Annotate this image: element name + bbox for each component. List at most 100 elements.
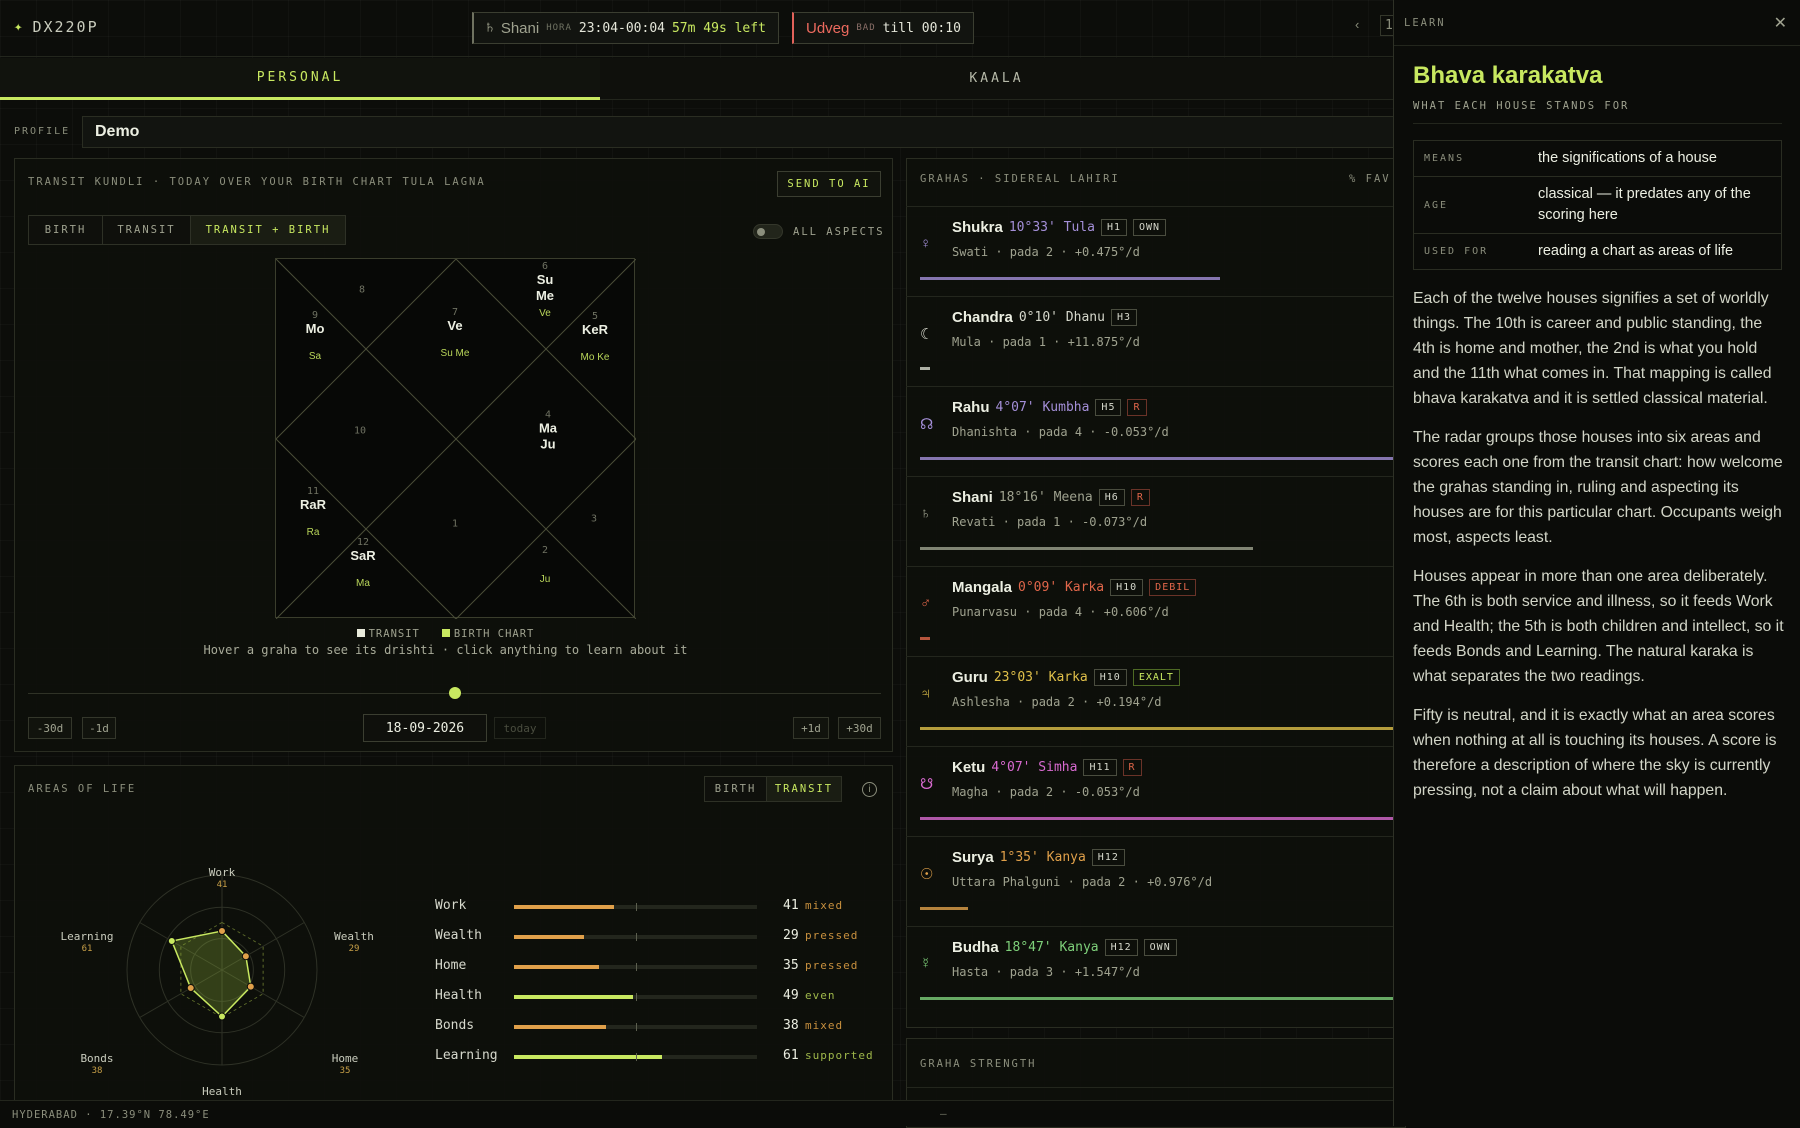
house-1[interactable]: 1 [452, 519, 458, 530]
transit-grahas[interactable]: Me [536, 288, 554, 304]
radar-label-score: 61 [81, 944, 93, 954]
hora-pill[interactable]: ♄ Shani HORA 23:04-00:04 57m 49s left [472, 12, 779, 44]
graha-strength-bar [920, 817, 1396, 820]
area-neutral-mark [635, 1053, 637, 1061]
area-neutral-mark [635, 1023, 637, 1031]
area-track [514, 993, 757, 1001]
graha-header: Guru 23°03' Karka H10 EXALT [952, 669, 1180, 686]
graha-strength-bar [920, 907, 968, 910]
house-11[interactable]: 11 RaR Ra [300, 486, 326, 538]
area-row[interactable]: Wealth 29 pressed [435, 924, 875, 954]
transit-grahas[interactable]: KeR [581, 322, 610, 338]
birth-grahas[interactable]: Ma [350, 578, 375, 589]
birth-grahas[interactable]: Sa [306, 351, 325, 362]
house-12[interactable]: 12 SaR Ma [350, 537, 375, 589]
radar-label: Bonds 38 [80, 1052, 113, 1078]
area-name: Learning [435, 1048, 498, 1063]
plus-1d-button[interactable]: +1d [793, 717, 829, 739]
radar-point[interactable] [167, 937, 176, 946]
prev-day-icon[interactable]: ‹ [1355, 17, 1359, 32]
area-name: Work [435, 898, 467, 913]
radar-point[interactable] [246, 982, 255, 991]
area-track [514, 963, 757, 971]
transit-grahas[interactable]: Ju [539, 437, 557, 453]
minus-30d-button[interactable]: -30d [28, 717, 72, 739]
graha-row-guru[interactable]: ♃ Guru 23°03' Karka H10 EXALT Ashlesha · pada… [906, 656, 1396, 746]
area-fill [514, 1055, 663, 1059]
graha-row-mangala[interactable]: ♂ Mangala 0°09' Karka H10 DEBIL Punarvasu · p… [906, 566, 1396, 656]
transit-grahas[interactable]: SaR [350, 548, 375, 564]
all-aspects-toggle[interactable]: ALL ASPECTS [753, 224, 885, 239]
info-icon[interactable]: i [862, 782, 877, 797]
transit-grahas[interactable]: Ve [441, 318, 470, 334]
brand-name: DX220P [32, 18, 99, 36]
transit-grahas[interactable]: Ma [539, 421, 557, 437]
graha-position: 18°47' Kanya [1004, 940, 1099, 955]
area-name: Bonds [435, 1018, 475, 1033]
house-8[interactable]: 8 [359, 285, 365, 296]
house-3[interactable]: 3 [591, 514, 597, 525]
profile-select[interactable]: Demo [82, 116, 1402, 148]
areas-mode-transit[interactable]: TRANSIT [767, 777, 841, 801]
mode-transit[interactable]: TRANSIT [103, 216, 191, 244]
graha-position: 10°33' Tula [1008, 220, 1095, 235]
radar-point[interactable] [241, 952, 250, 961]
fact-value: the significations of a house [1538, 150, 1717, 166]
transit-grahas[interactable]: RaR [300, 497, 326, 513]
grahas-title: GRAHAS · SIDEREAL LAHIRI [920, 173, 1120, 185]
choghadiya-pill[interactable]: Udveg BAD till 00:10 [792, 12, 974, 44]
graha-row-shukra[interactable]: ♀ Shukra 10°33' Tula H1 OWN Swati · pada 2 · … [906, 206, 1396, 296]
house-5[interactable]: 5 KeR Mo Ke [581, 311, 610, 363]
house-2[interactable]: 2 Ju [540, 545, 551, 585]
area-row[interactable]: Health 49 even [435, 984, 875, 1014]
divider [907, 1087, 1407, 1088]
radar-point[interactable] [218, 927, 226, 936]
birth-grahas[interactable]: Su Me [441, 348, 470, 359]
house-number: 1 [451, 518, 459, 530]
mode-birth[interactable]: BIRTH [29, 216, 103, 244]
birth-grahas[interactable]: Ve [536, 308, 554, 319]
graha-header: Chandra 0°10' Dhanu H3 [952, 309, 1137, 326]
area-status: pressed [805, 959, 859, 972]
graha-row-rahu[interactable]: ☊ Rahu 4°07' Kumbha H5 R Dhanishta · pada 4 ·… [906, 386, 1396, 476]
graha-row-chandra[interactable]: ☾ Chandra 0°10' Dhanu H3 Mula · pada 1 · +11… [906, 296, 1396, 386]
house-9[interactable]: 9 Mo Sa [306, 310, 325, 362]
house-10[interactable]: 10 [354, 426, 366, 437]
today-button[interactable]: today [494, 717, 546, 739]
radar-point[interactable] [218, 1012, 226, 1021]
area-row[interactable]: Work 41 mixed [435, 894, 875, 924]
birth-grahas[interactable]: Ju [540, 574, 551, 585]
area-row[interactable]: Home 35 pressed [435, 954, 875, 984]
house-4[interactable]: 4 Ma Ju [539, 410, 557, 453]
date-input[interactable]: 18-09-2026 [363, 714, 487, 742]
graha-row-ketu[interactable]: ☋ Ketu 4°07' Simha H11 R Magha · pada 2 · -0.… [906, 746, 1396, 836]
tab-kaala[interactable]: KAALA [600, 58, 1393, 100]
date-slider-knob[interactable] [449, 687, 461, 699]
house-7[interactable]: 7 Ve Su Me [441, 307, 470, 359]
area-track [514, 1023, 757, 1031]
areas-mode-birth[interactable]: BIRTH [705, 777, 767, 801]
plus-30d-button[interactable]: +30d [838, 717, 881, 739]
brand[interactable]: ✦ DX220P [14, 18, 99, 36]
tab-personal[interactable]: PERSONAL [0, 58, 600, 100]
area-row[interactable]: Bonds 38 mixed [435, 1014, 875, 1044]
toggle-switch[interactable] [753, 224, 783, 239]
graha-row-budha[interactable]: ☿ Budha 18°47' Kanya H12 OWN Hasta · pada 3 ·… [906, 926, 1396, 1016]
graha-row-shani[interactable]: ♄ Shani 18°16' Meena H6 R Revati · pada 1 · -… [906, 476, 1396, 566]
send-to-ai-button[interactable]: SEND TO AI [777, 171, 881, 197]
learn-paragraph: The radar groups those houses into six a… [1413, 429, 1783, 546]
graha-row-surya[interactable]: ☉ Surya 1°35' Kanya H12 Uttara Phalguni · pa… [906, 836, 1396, 926]
chandra-icon: ☾ [920, 326, 934, 343]
birth-grahas[interactable]: Ra [300, 527, 326, 538]
transit-grahas[interactable]: Su [536, 272, 554, 288]
house-6[interactable]: 6 Su Me Ve [536, 261, 554, 319]
transit-grahas[interactable]: Mo [306, 321, 325, 337]
house-number: 8 [358, 284, 366, 296]
close-icon[interactable]: ✕ [1774, 13, 1787, 33]
radar-label-name: Wealth [334, 930, 374, 943]
area-row[interactable]: Learning 61 supported [435, 1044, 875, 1074]
minus-1d-button[interactable]: -1d [82, 717, 116, 739]
mode-transit-birth[interactable]: TRANSIT + BIRTH [191, 216, 345, 244]
birth-grahas[interactable]: Mo Ke [581, 352, 610, 363]
radar-point[interactable] [186, 984, 195, 993]
